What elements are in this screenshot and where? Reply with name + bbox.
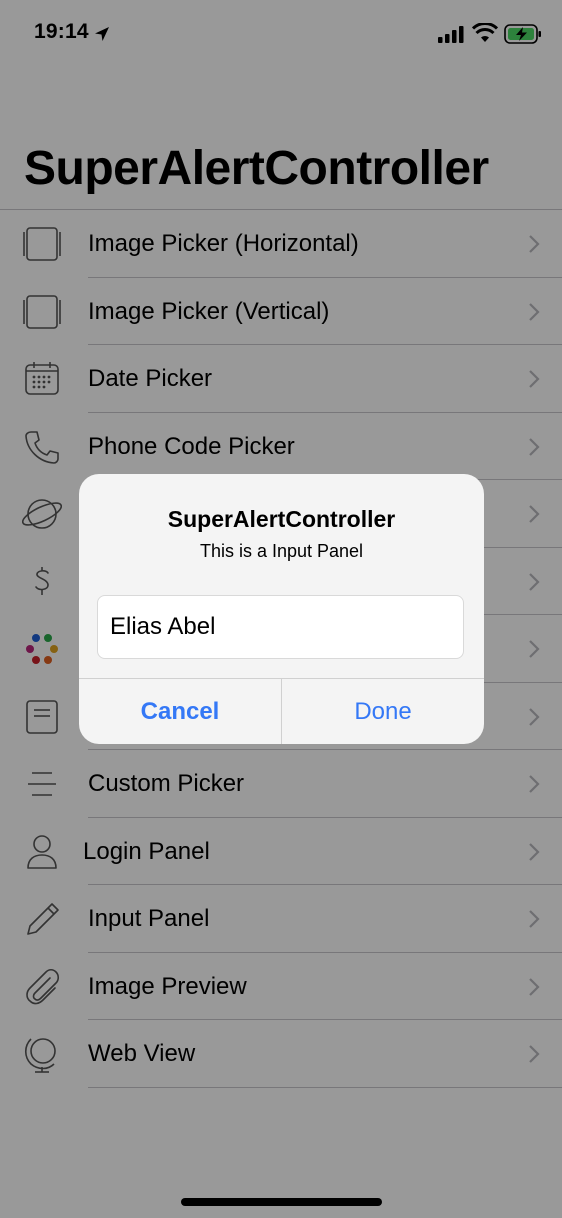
input-panel-alert: SuperAlertController This is a Input Pan… xyxy=(79,474,484,744)
alert-button-row: Cancel Done xyxy=(79,678,484,744)
done-button[interactable]: Done xyxy=(282,679,484,744)
home-indicator[interactable] xyxy=(181,1198,382,1206)
alert-message: This is a Input Panel xyxy=(199,541,364,561)
name-input-field[interactable] xyxy=(97,595,464,659)
cancel-button[interactable]: Cancel xyxy=(79,679,281,744)
alert-title: SuperAlertController xyxy=(167,506,396,532)
